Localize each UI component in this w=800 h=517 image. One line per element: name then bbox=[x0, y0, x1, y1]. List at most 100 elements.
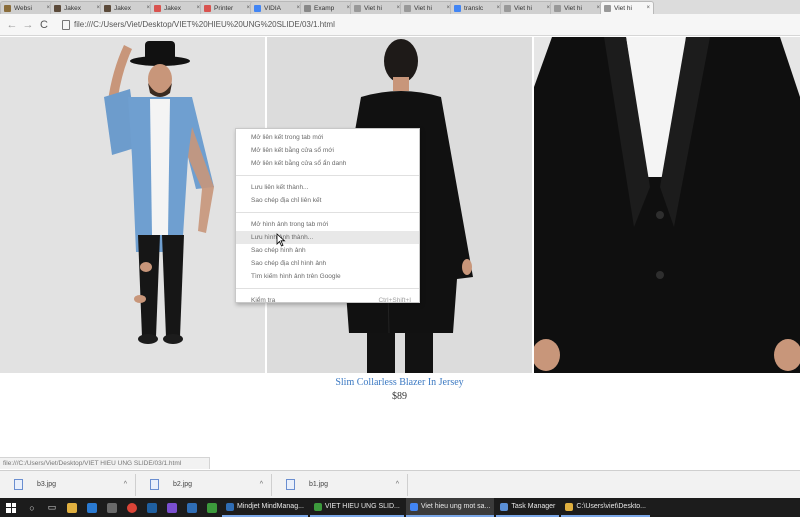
download-item[interactable]: b1.jpg ^ bbox=[272, 473, 408, 496]
app-icon-green[interactable] bbox=[202, 498, 222, 517]
browser-tab[interactable]: Printer × bbox=[200, 1, 254, 14]
product-name-link[interactable]: Slim Collarless Blazer In Jersey bbox=[267, 377, 532, 388]
menu-item-open-link-new-window[interactable]: Mở liên kết bằng cửa sổ mới bbox=[236, 144, 419, 157]
menu-separator bbox=[236, 212, 419, 213]
tab-label: Jakex bbox=[164, 4, 181, 12]
taskbar-app[interactable]: Task Manager bbox=[496, 498, 560, 517]
chrome-icon[interactable] bbox=[122, 498, 142, 517]
menu-item-copy-image-address[interactable]: Sao chép địa chỉ hình ảnh bbox=[236, 257, 419, 270]
tab-label: Viet hi bbox=[514, 4, 532, 12]
tab-close-icon[interactable]: × bbox=[646, 5, 650, 11]
windows-start-button[interactable] bbox=[0, 498, 22, 517]
taskbar-app-label: Viet hieu ung mot sa... bbox=[420, 503, 491, 510]
address-url: file:///C:/Users/Viet/Desktop/VIET%20HIE… bbox=[74, 20, 335, 29]
browser-tab[interactable]: Jakex × bbox=[150, 1, 204, 14]
tab-label: Printer bbox=[214, 4, 234, 12]
image-file-icon bbox=[14, 479, 23, 490]
menu-item-inspect[interactable]: Kiểm tra Ctrl+Shift+I bbox=[236, 294, 419, 307]
browser-tab[interactable]: Jakex × bbox=[100, 1, 154, 14]
chevron-up-icon[interactable]: ^ bbox=[124, 481, 127, 488]
menu-item-copy-image[interactable]: Sao chép hình ảnh bbox=[236, 244, 419, 257]
browser-tab[interactable]: Viet hi × bbox=[600, 1, 654, 14]
tab-favicon-icon bbox=[604, 4, 611, 12]
blazer-closeup-illustration bbox=[534, 37, 800, 373]
product-photo-blazer-closeup[interactable] bbox=[534, 37, 800, 373]
menu-item-save-link-as[interactable]: Lưu liên kết thành... bbox=[236, 181, 419, 194]
search-icon[interactable]: ○ bbox=[22, 498, 42, 517]
taskbar-app[interactable]: VIET HIEU UNG SLID... bbox=[309, 498, 404, 517]
app-icon-blue[interactable] bbox=[182, 498, 202, 517]
menu-separator bbox=[236, 288, 419, 289]
product-photo-denim[interactable] bbox=[0, 37, 265, 373]
browser-tab[interactable]: VIDIA × bbox=[250, 1, 304, 14]
screen: Websi × Jakex × Jakex × Jakex × Printer × VIDIA × Ex… bbox=[0, 0, 800, 517]
browser-tab[interactable]: Viet hi × bbox=[350, 1, 404, 14]
menu-item-open-link-incognito[interactable]: Mở liên kết bằng cửa sổ ẩn danh bbox=[236, 157, 419, 170]
model-denim-illustration bbox=[0, 37, 265, 373]
task-view-icon[interactable]: ▭ bbox=[42, 498, 62, 517]
browser-tab[interactable]: Viet hi × bbox=[500, 1, 554, 14]
browser-tab[interactable]: Viet hi × bbox=[550, 1, 604, 14]
browser-tab[interactable]: Jakex × bbox=[50, 1, 104, 14]
image-file-icon bbox=[286, 479, 295, 490]
address-bar[interactable]: file:///C:/Users/Viet/Desktop/VIET%20HIE… bbox=[58, 17, 796, 33]
tab-favicon-icon bbox=[104, 4, 111, 12]
back-arrow-icon[interactable]: ← bbox=[4, 17, 20, 33]
tab-label: Jakex bbox=[114, 4, 131, 12]
tab-favicon-icon bbox=[304, 4, 311, 12]
tab-label: Viet hi bbox=[614, 4, 632, 12]
tab-favicon-icon bbox=[404, 4, 411, 12]
taskbar-app-label: VIET HIEU UNG SLID... bbox=[324, 503, 400, 510]
windows-logo-icon bbox=[6, 502, 16, 513]
tab-favicon-icon bbox=[154, 4, 161, 12]
taskbar-app-icon bbox=[409, 502, 418, 511]
tab-label: Viet hi bbox=[414, 4, 432, 12]
tab-label: Jakex bbox=[64, 4, 81, 12]
download-filename: b3.jpg bbox=[37, 481, 57, 488]
store-icon[interactable] bbox=[102, 498, 122, 517]
taskbar-app-icon bbox=[500, 502, 509, 511]
download-filename: b2.jpg bbox=[173, 481, 193, 488]
menu-separator bbox=[236, 175, 419, 176]
taskbar-app[interactable]: Mindjet MindManag... bbox=[222, 498, 308, 517]
menu-item-copy-link-address[interactable]: Sao chép địa chỉ liên kết bbox=[236, 194, 419, 207]
tab-label: VIDIA bbox=[264, 4, 281, 12]
browser-tab[interactable]: Websi × bbox=[0, 1, 54, 14]
menu-item-open-link-new-tab[interactable]: Mở liên kết trong tab mới bbox=[236, 131, 419, 144]
photoshop-icon[interactable] bbox=[142, 498, 162, 517]
chevron-up-icon[interactable]: ^ bbox=[396, 481, 399, 488]
edge-icon[interactable] bbox=[82, 498, 102, 517]
reload-icon[interactable]: C bbox=[36, 17, 52, 33]
taskbar-app[interactable]: Viet hieu ung mot sa... bbox=[405, 498, 495, 517]
context-menu: Mở liên kết trong tab mới Mở liên kết bằ… bbox=[235, 128, 420, 304]
taskbar-app-icon bbox=[226, 502, 234, 511]
mouse-cursor-icon bbox=[276, 233, 286, 247]
app-icon-purple[interactable] bbox=[162, 498, 182, 517]
taskbar-app[interactable]: C:\Users\viet\Deskto... bbox=[561, 498, 651, 517]
browser-tab[interactable]: Viet hi × bbox=[400, 1, 454, 14]
taskbar-app-label: Task Manager bbox=[511, 503, 556, 510]
download-item[interactable]: b2.jpg ^ bbox=[136, 473, 272, 496]
tab-favicon-icon bbox=[354, 4, 361, 12]
tab-favicon-icon bbox=[554, 4, 561, 12]
browser-tab[interactable]: Examp × bbox=[300, 1, 354, 14]
browser-tab[interactable]: translc × bbox=[450, 1, 504, 14]
tab-label: Websi bbox=[14, 4, 32, 12]
image-file-icon bbox=[150, 479, 159, 490]
tab-favicon-icon bbox=[4, 4, 11, 12]
inspect-shortcut: Ctrl+Shift+I bbox=[378, 297, 411, 304]
forward-arrow-icon[interactable]: → bbox=[20, 17, 36, 33]
menu-item-open-image-new-tab[interactable]: Mở hình ảnh trong tab mới bbox=[236, 218, 419, 231]
tab-label: Viet hi bbox=[364, 4, 382, 12]
tab-favicon-icon bbox=[254, 4, 261, 12]
file-explorer-icon[interactable] bbox=[62, 498, 82, 517]
tab-strip: Websi × Jakex × Jakex × Jakex × Printer × VIDIA × Ex… bbox=[0, 0, 800, 14]
taskbar-app-label: Mindjet MindManag... bbox=[237, 503, 304, 510]
download-filename: b1.jpg bbox=[309, 481, 329, 488]
menu-item-save-image-as[interactable]: Lưu hình ảnh thành... bbox=[236, 231, 419, 244]
menu-item-search-image-google[interactable]: Tìm kiếm hình ảnh trên Google bbox=[236, 270, 419, 283]
tab-favicon-icon bbox=[454, 4, 461, 12]
chevron-up-icon[interactable]: ^ bbox=[260, 481, 263, 488]
taskbar-app-icon bbox=[565, 502, 574, 511]
download-item[interactable]: b3.jpg ^ bbox=[0, 473, 136, 496]
